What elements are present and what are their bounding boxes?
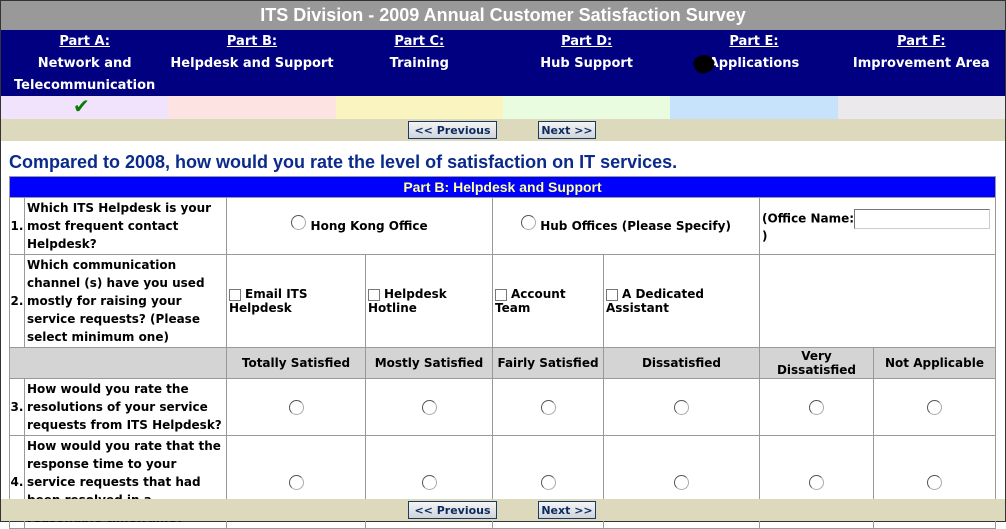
- option-hong-kong-office[interactable]: Hong Kong Office: [226, 197, 493, 255]
- rating-header: Mostly Satisfied: [365, 347, 493, 379]
- rating-cell: [365, 378, 493, 436]
- nav-part-c[interactable]: Part C: Training: [336, 30, 503, 96]
- status-part-e: [670, 96, 838, 119]
- rating-cell: [873, 378, 996, 436]
- radio-totally-satisfied[interactable]: [288, 474, 304, 490]
- rating-header-row: Totally Satisfied Mostly Satisfied Fairl…: [9, 347, 996, 379]
- office-name-label: (Office Name:: [762, 211, 855, 226]
- radio-very-dissatisfied[interactable]: [809, 474, 824, 490]
- table-row: 3. How would you rate the resolutions of…: [9, 378, 996, 436]
- radio-fairly-satisfied[interactable]: [540, 474, 556, 490]
- nav-part-name: Helpdesk and Support: [170, 56, 334, 71]
- table-row: 1. Which ITS Helpdesk is your most frequ…: [9, 197, 996, 255]
- nav-part-d[interactable]: Part D: Hub Support: [503, 30, 670, 96]
- nav-part-label: Part E:: [729, 34, 779, 49]
- radio-dissatisfied[interactable]: [674, 474, 689, 490]
- progress-status-row: ✔: [1, 94, 1005, 119]
- radio-very-dissatisfied[interactable]: [809, 399, 824, 415]
- rating-cell: [759, 378, 874, 436]
- previous-button[interactable]: << Previous: [408, 501, 497, 519]
- survey-table: Part B: Helpdesk and Support 1. Which IT…: [9, 176, 996, 529]
- checkbox[interactable]: [229, 288, 241, 301]
- question-heading: Compared to 2008, how would you rate the…: [9, 152, 678, 172]
- checkbox[interactable]: [495, 288, 507, 301]
- option-label: Hong Kong Office: [310, 219, 428, 233]
- option-account-team[interactable]: Account Team: [492, 254, 604, 348]
- option-dedicated-assistant[interactable]: A Dedicated Assistant: [603, 254, 760, 348]
- status-part-d: [502, 96, 671, 119]
- bottom-button-bar: << Previous Next >>: [1, 499, 1005, 521]
- section-title: Part B: Helpdesk and Support: [9, 176, 996, 198]
- nav-part-label: Part C:: [394, 34, 445, 49]
- nav-part-label: Part F:: [897, 34, 946, 49]
- rating-cell: [492, 378, 604, 436]
- question-text: Which communication channel (s) have you…: [24, 254, 227, 348]
- question-text: Which ITS Helpdesk is your most frequent…: [24, 197, 227, 255]
- rating-cell: [603, 378, 760, 436]
- status-part-b: [168, 96, 336, 119]
- survey-page: ITS Division - 2009 Annual Customer Sati…: [0, 0, 1006, 529]
- blank-header: [9, 347, 227, 379]
- empty-cell: [759, 254, 996, 348]
- option-hub-offices[interactable]: Hub Offices (Please Specify): [492, 197, 760, 255]
- section-nav: Part A: Network and Telecommunication Pa…: [1, 30, 1005, 96]
- checkmark-icon: ✔: [73, 94, 90, 118]
- radio-mostly-satisfied[interactable]: [421, 474, 437, 490]
- nav-part-label: Part B:: [226, 34, 278, 49]
- question-text: How would you rate the resolutions of yo…: [24, 378, 227, 436]
- rating-header: Not Applicable: [873, 347, 996, 379]
- option-email-its-helpdesk[interactable]: Email ITS Helpdesk: [226, 254, 366, 348]
- previous-button[interactable]: << Previous: [408, 121, 497, 139]
- next-button[interactable]: Next >>: [538, 501, 596, 519]
- nav-part-a[interactable]: Part A: Network and Telecommunication: [1, 30, 168, 96]
- option-helpdesk-hotline[interactable]: Helpdesk Hotline: [365, 254, 493, 348]
- option-label: Hub Offices (Please Specify): [540, 219, 731, 233]
- status-part-a: ✔: [1, 94, 169, 119]
- nav-part-name: Training: [389, 56, 449, 71]
- nav-part-label: Part A:: [59, 34, 110, 49]
- radio-button[interactable]: [521, 215, 537, 230]
- table-row: 2. Which communication channel (s) have …: [9, 254, 996, 348]
- option-label: A Dedicated Assistant: [606, 287, 704, 315]
- top-button-bar: << Previous Next >>: [1, 119, 1005, 141]
- question-number: 1.: [9, 197, 25, 255]
- rating-header: Fairly Satisfied: [492, 347, 604, 379]
- rating-header: Dissatisfied: [603, 347, 760, 379]
- nav-part-f[interactable]: Part F: Improvement Area: [838, 30, 1005, 96]
- checkbox[interactable]: [606, 288, 618, 301]
- rating-header: Totally Satisfied: [226, 347, 366, 379]
- radio-not-applicable[interactable]: [927, 399, 942, 415]
- nav-part-b[interactable]: Part B: Helpdesk and Support: [168, 30, 335, 96]
- nav-part-name: Improvement Area: [852, 56, 990, 71]
- page-title: ITS Division - 2009 Annual Customer Sati…: [1, 1, 1005, 30]
- status-part-c: [335, 96, 503, 119]
- checkbox[interactable]: [368, 288, 380, 301]
- nav-part-name: Hub Support: [540, 56, 634, 71]
- radio-fairly-satisfied[interactable]: [540, 399, 556, 415]
- next-button[interactable]: Next >>: [538, 121, 596, 139]
- nav-part-name: Network and Telecommunication: [14, 56, 156, 93]
- radio-button[interactable]: [291, 215, 307, 230]
- question-number: 2.: [9, 254, 25, 348]
- office-name-close: ): [762, 229, 768, 243]
- section-header-row: Part B: Helpdesk and Support: [9, 176, 996, 198]
- nav-part-e[interactable]: Part E: Applications: [670, 30, 837, 96]
- rating-header: Very Dissatisfied: [759, 347, 874, 379]
- radio-totally-satisfied[interactable]: [288, 399, 304, 415]
- radio-mostly-satisfied[interactable]: [421, 399, 437, 415]
- rating-cell: [226, 378, 366, 436]
- question-number: 3.: [9, 378, 25, 436]
- status-part-f: [837, 96, 1005, 119]
- office-name-input[interactable]: [854, 209, 991, 229]
- radio-not-applicable[interactable]: [927, 474, 942, 490]
- radio-dissatisfied[interactable]: [674, 399, 689, 415]
- nav-part-label: Part D:: [561, 34, 613, 49]
- office-name-cell: (Office Name:): [759, 197, 996, 255]
